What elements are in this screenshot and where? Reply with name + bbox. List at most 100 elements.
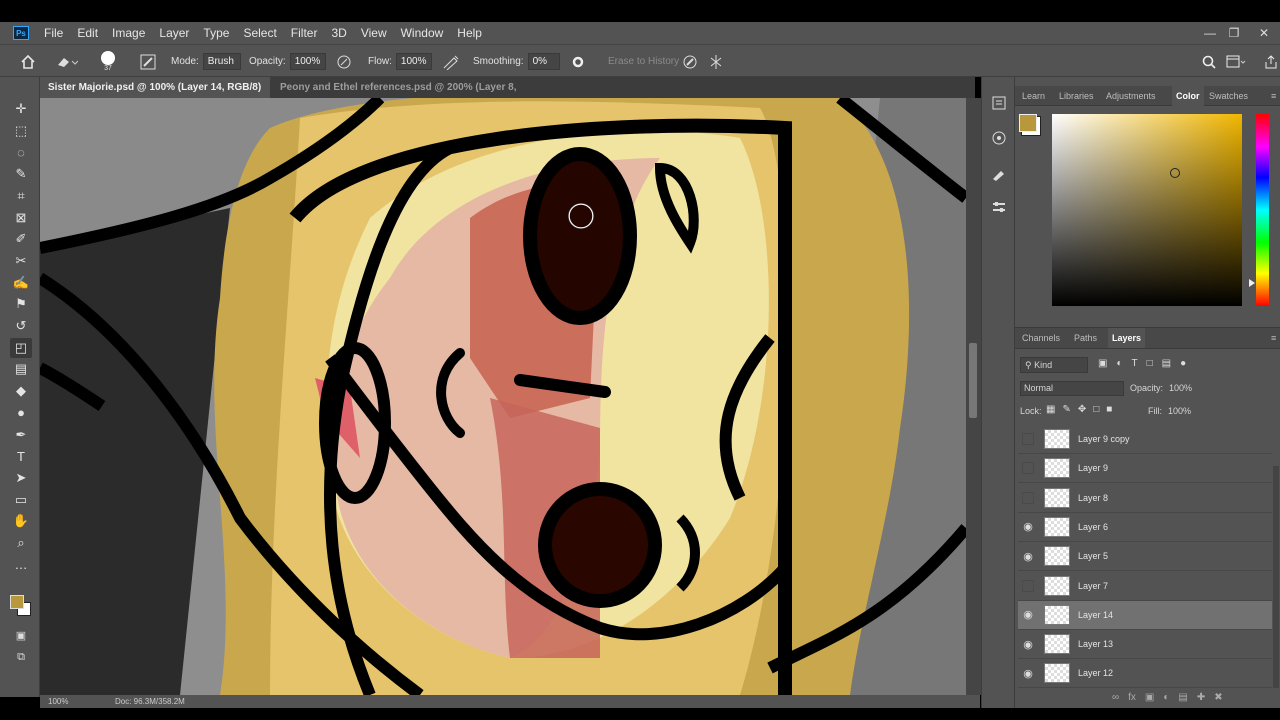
eyedropper-icon[interactable]: ✐: [10, 229, 32, 249]
menu-file[interactable]: File: [37, 22, 70, 44]
visibility-eye-icon[interactable]: ◉: [1022, 667, 1034, 680]
rectangle-icon[interactable]: ▭: [10, 490, 32, 510]
lasso-icon[interactable]: ◌: [10, 142, 32, 162]
filter-type-icon[interactable]: T: [1132, 358, 1138, 372]
new-layer-icon[interactable]: ✚: [1197, 692, 1205, 706]
symmetry-icon[interactable]: [708, 45, 724, 78]
layer-filter-select[interactable]: ⚲ Kind: [1020, 357, 1088, 373]
search-icon[interactable]: [1202, 45, 1216, 78]
more-icon[interactable]: …: [10, 555, 32, 575]
frame-icon[interactable]: ⊠: [10, 208, 32, 228]
visibility-eye-icon[interactable]: ◉: [1022, 609, 1034, 621]
blend-mode-select[interactable]: Normal: [1020, 381, 1124, 396]
path-select-icon[interactable]: ➤: [10, 468, 32, 488]
lock-artboard-icon[interactable]: □: [1093, 404, 1099, 415]
brush-panel-icon[interactable]: [991, 165, 1007, 184]
fill-input[interactable]: 100%: [1168, 404, 1191, 419]
layer-row[interactable]: Layer 7: [1018, 572, 1272, 601]
filter-pixel-icon[interactable]: ▣: [1098, 358, 1107, 372]
new-group-icon[interactable]: ▤: [1178, 692, 1187, 706]
healing-icon[interactable]: ✂: [10, 251, 32, 271]
lock-all-icon[interactable]: ■: [1106, 404, 1112, 415]
flow-input[interactable]: 100%: [395, 53, 432, 70]
tab-color[interactable]: Color: [1172, 86, 1204, 106]
menu-type[interactable]: Type: [196, 22, 236, 44]
tab-adjustments[interactable]: Adjustments: [1106, 86, 1156, 106]
filter-shape-icon[interactable]: □: [1147, 358, 1153, 372]
quick-mask-icon[interactable]: ▣: [10, 625, 32, 645]
mode-select[interactable]: Brush: [202, 53, 241, 70]
move-icon[interactable]: ✛: [10, 99, 32, 119]
zoom-level[interactable]: 100%: [48, 695, 68, 708]
color-picker-field[interactable]: [1052, 114, 1242, 306]
delete-layer-icon[interactable]: ✖: [1214, 692, 1222, 706]
new-adjustment-icon[interactable]: ◐: [1163, 692, 1169, 706]
home-icon[interactable]: [20, 45, 36, 78]
brush-icon[interactable]: ✍: [10, 273, 32, 293]
eraser-icon[interactable]: ◰: [10, 337, 32, 358]
blur-icon[interactable]: ◆: [10, 381, 32, 401]
tab-paths[interactable]: Paths: [1074, 328, 1097, 348]
menu-help[interactable]: Help: [450, 22, 489, 44]
eraser-preset-icon[interactable]: [56, 45, 78, 78]
erase-to-history-checkbox[interactable]: Erase to History: [608, 56, 679, 67]
pressure-opacity-icon[interactable]: [336, 45, 352, 78]
adjustments-panel-icon[interactable]: [991, 199, 1007, 218]
menu-3d[interactable]: 3D: [324, 22, 353, 44]
layer-row[interactable]: ◉ Layer 14: [1018, 600, 1272, 630]
quick-select-icon[interactable]: ✎: [10, 164, 32, 184]
lock-position-icon[interactable]: ✥: [1078, 404, 1086, 415]
tab-layers[interactable]: Layers: [1108, 328, 1146, 348]
screen-mode-icon[interactable]: ⧉: [10, 647, 32, 667]
dodge-icon[interactable]: ●: [10, 403, 32, 423]
foreground-color-swatch[interactable]: [1019, 114, 1037, 132]
tab-swatches[interactable]: Swatches: [1209, 86, 1248, 106]
restore-icon[interactable]: ❐: [1222, 22, 1246, 44]
smoothing-options-gear-icon[interactable]: [571, 45, 585, 78]
hue-slider-handle[interactable]: [1249, 279, 1255, 287]
close-icon[interactable]: ✕: [1252, 22, 1276, 44]
scroll-thumb[interactable]: [969, 343, 977, 418]
workspace-icon[interactable]: [1226, 45, 1246, 78]
crop-icon[interactable]: ⌗: [10, 186, 32, 206]
menu-image[interactable]: Image: [105, 22, 152, 44]
add-mask-icon[interactable]: ▣: [1145, 692, 1154, 706]
smoothing-input[interactable]: 0%: [527, 53, 560, 70]
tab-libraries[interactable]: Libraries: [1059, 86, 1094, 106]
visibility-toggle[interactable]: [1022, 462, 1034, 475]
history-brush-icon[interactable]: ↺: [10, 316, 32, 336]
menu-edit[interactable]: Edit: [70, 22, 105, 44]
brush-settings-icon[interactable]: [140, 45, 156, 78]
layer-row[interactable]: ◉ Layer 12: [1018, 659, 1272, 689]
layer-row[interactable]: ◉ Layer 5: [1018, 542, 1272, 572]
menu-filter[interactable]: Filter: [284, 22, 325, 44]
pressure-size-icon[interactable]: [682, 45, 698, 78]
filter-toggle-icon[interactable]: ●: [1180, 358, 1186, 372]
minimize-icon[interactable]: —: [1198, 22, 1222, 44]
color-picker-marker[interactable]: [1170, 168, 1180, 178]
lock-transparent-icon[interactable]: ▦: [1046, 404, 1055, 415]
share-icon[interactable]: [1264, 45, 1278, 78]
type-icon[interactable]: T: [10, 446, 32, 466]
history-panel-icon[interactable]: [991, 95, 1007, 114]
visibility-eye-icon[interactable]: ◉: [1022, 521, 1034, 533]
gradient-icon[interactable]: ▤: [10, 359, 32, 379]
zoom-icon[interactable]: ⌕: [10, 533, 32, 553]
doc-tab-active[interactable]: Sister Majorie.psd @ 100% (Layer 14, RGB…: [40, 77, 270, 114]
toolbar-foreground-swatch[interactable]: [10, 595, 24, 609]
visibility-eye-icon[interactable]: ◉: [1022, 638, 1034, 651]
layer-row[interactable]: ◉ Layer 6: [1018, 513, 1272, 542]
airbrush-icon[interactable]: [442, 45, 460, 78]
menu-select[interactable]: Select: [236, 22, 283, 44]
canvas-vertical-scrollbar[interactable]: [966, 98, 981, 695]
link-layers-icon[interactable]: ∞: [1112, 692, 1119, 706]
menu-window[interactable]: Window: [394, 22, 451, 44]
document-canvas[interactable]: [40, 98, 966, 695]
tab-channels[interactable]: Channels: [1022, 328, 1060, 348]
visibility-toggle[interactable]: [1022, 579, 1034, 592]
layer-row[interactable]: Layer 8: [1018, 484, 1272, 513]
layer-row[interactable]: ◉ Layer 13: [1018, 630, 1272, 660]
brush-size-picker[interactable]: 37: [101, 45, 115, 78]
filter-smart-object-icon[interactable]: ▤: [1162, 358, 1171, 372]
stamp-icon[interactable]: ⚑: [10, 294, 32, 314]
